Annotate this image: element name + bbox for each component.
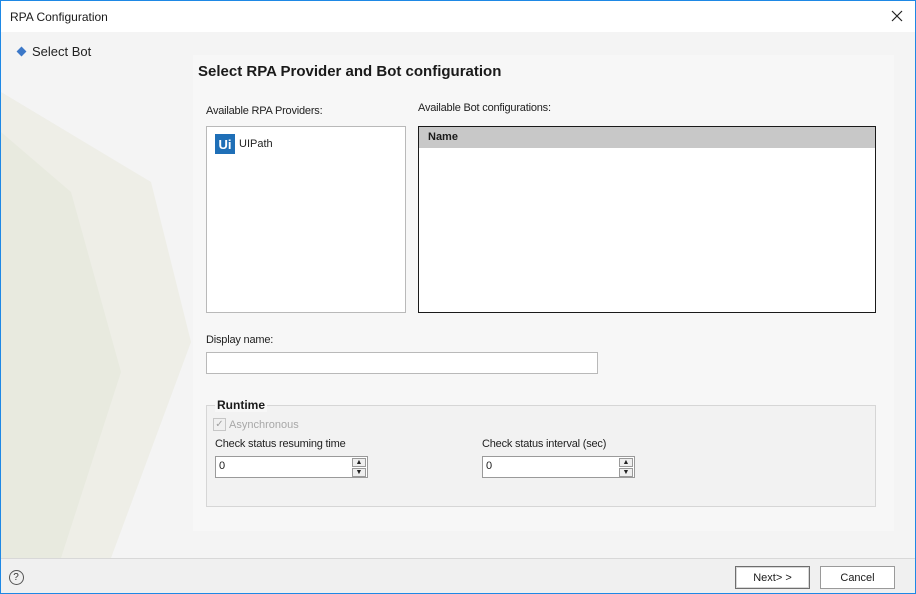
dialog-window: RPA Configuration Select Bot Select RPA … [0,0,916,594]
window-title: RPA Configuration [10,10,108,24]
resume-time-label: Check status resuming time [215,438,346,450]
checkmark-icon: ✓ [213,418,226,431]
next-button[interactable]: Next> > [735,566,810,589]
sidebar-item-select-bot[interactable]: Select Bot [16,44,92,59]
increment-arrow-icon[interactable]: ▲ [352,458,366,467]
bots-label: Available Bot configurations: [418,102,551,114]
help-icon: ? [8,569,24,585]
runtime-legend: Runtime [215,398,267,412]
provider-item-uipath[interactable]: Ui UIPath [215,134,273,154]
resume-time-stepper[interactable]: 0 ▲ ▼ [215,456,368,478]
bots-table[interactable]: Name [418,126,876,313]
page-title: Select RPA Provider and Bot configuratio… [198,63,502,80]
title-bar: RPA Configuration [1,1,915,32]
provider-name: UIPath [239,138,273,150]
help-button[interactable]: ? [6,567,26,587]
stepper-buttons: ▲ ▼ [352,458,366,477]
increment-arrow-icon[interactable]: ▲ [619,458,633,467]
dialog-footer: ? Next> > Cancel [1,558,915,593]
decrement-arrow-icon[interactable]: ▼ [352,468,366,477]
cancel-button[interactable]: Cancel [820,566,895,589]
interval-label: Check status interval (sec) [482,438,607,450]
providers-list[interactable]: Ui UIPath [206,126,406,313]
close-icon [891,10,903,22]
close-button[interactable] [885,5,909,27]
asynchronous-checkbox[interactable]: ✓ Asynchronous [213,418,299,431]
sidebar-item-label: Select Bot [32,44,92,59]
providers-label: Available RPA Providers: [206,105,323,117]
step-bullet-icon [16,46,27,57]
display-name-input[interactable] [206,352,598,374]
asynchronous-label: Asynchronous [229,418,299,431]
decrement-arrow-icon[interactable]: ▼ [619,468,633,477]
stepper-buttons: ▲ ▼ [619,458,633,477]
interval-stepper[interactable]: 0 ▲ ▼ [482,456,635,478]
resume-time-value: 0 [219,460,226,472]
display-name-label: Display name: [206,334,274,346]
uipath-logo-icon: Ui [215,134,235,154]
interval-value: 0 [486,460,493,472]
column-header-name[interactable]: Name [419,127,875,148]
